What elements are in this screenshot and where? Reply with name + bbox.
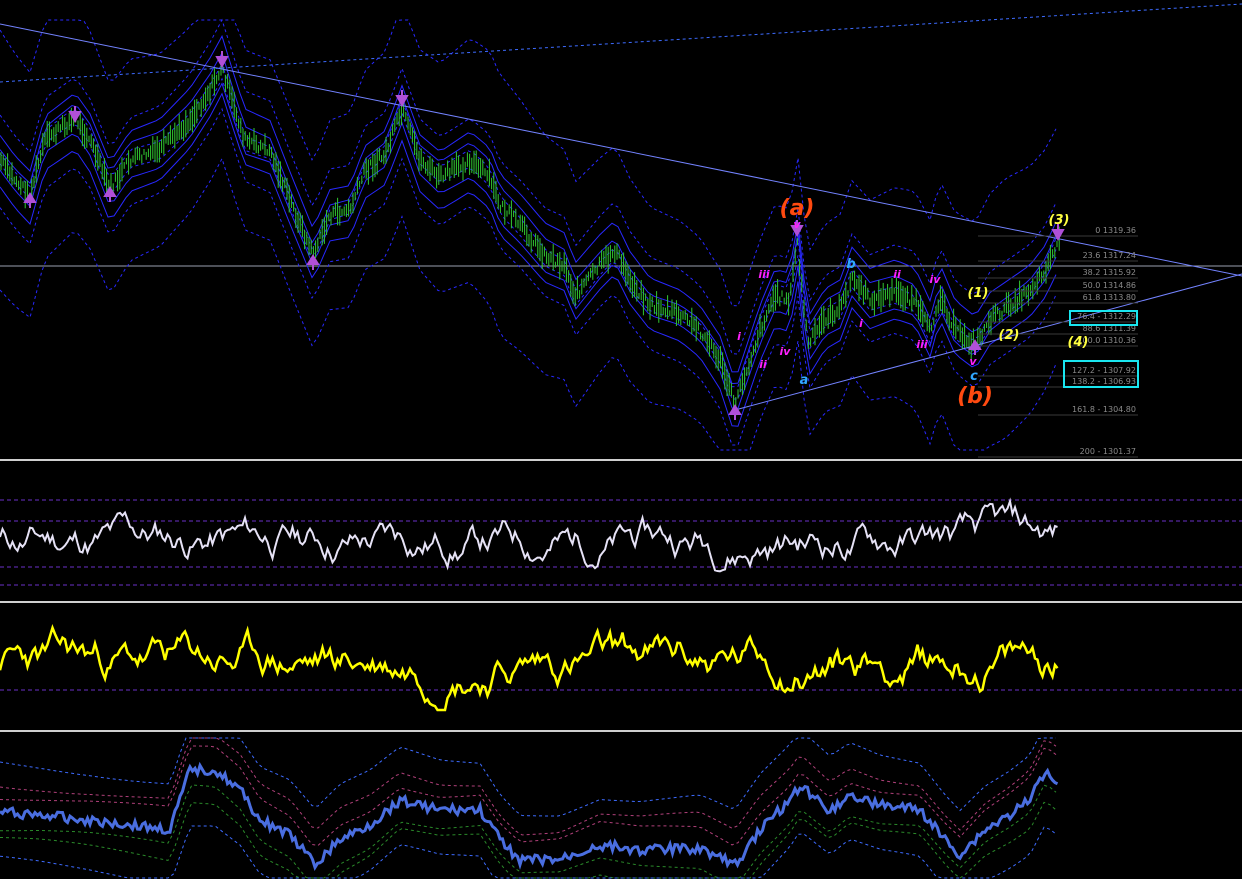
fib-label: 38.2 1315.92	[1083, 268, 1136, 277]
price-bars	[0, 58, 1060, 416]
chart-canvas: 0 1319.36 23.6 1317.24 38.2 1315.92 50.0 13…	[0, 3, 1242, 879]
wave-label: a	[800, 373, 809, 388]
wave-label: b	[846, 257, 855, 272]
wave-label: i	[859, 317, 863, 330]
wave-label: v	[793, 218, 801, 231]
oscillator-band-line	[0, 825, 1057, 879]
band-line	[0, 62, 1057, 388]
wave-label: (b)	[957, 384, 993, 409]
fib-label: 61.8 1313.80	[1083, 293, 1136, 302]
fib-label: 200 - 1301.37	[1080, 447, 1136, 456]
fib-label: 161.8 - 1304.80	[1072, 405, 1136, 414]
oscillator-line	[0, 624, 1059, 712]
band-line	[0, 77, 1057, 400]
up-arrow-icon	[23, 192, 37, 208]
band-line	[0, 34, 1057, 373]
fib-label: 23.6 1317.24	[1083, 251, 1136, 260]
oscillator-line	[0, 761, 1059, 872]
wave-label: ii	[759, 358, 767, 371]
wave-label: (4)	[1068, 335, 1089, 350]
fib-label: 50.0 1314.86	[1083, 281, 1136, 290]
trendlines	[0, 3, 1242, 411]
wave-label: (1)	[968, 286, 989, 301]
band-line	[0, 18, 1057, 355]
fib-label: 0 1319.36	[1095, 226, 1136, 235]
wave-label: iii	[916, 338, 928, 351]
band-line	[0, 51, 1057, 385]
oscillator-band-line	[0, 737, 1057, 836]
oscillator-line	[0, 497, 1058, 573]
oscillator-band-line	[0, 737, 1056, 817]
oscillator-band-line	[0, 801, 1057, 879]
oscillator-1-panel	[0, 497, 1242, 586]
down-arrow-icon	[395, 90, 409, 108]
oscillator-3-panel	[0, 737, 1059, 879]
price-bands	[0, 18, 1057, 451]
wave-label: iv	[780, 345, 792, 358]
wave-label: c	[970, 369, 978, 384]
fib-label: 127.2 - 1307.92	[1072, 366, 1136, 375]
fib-label: 138.2 - 1306.93	[1072, 377, 1136, 386]
wave-label: ii	[893, 268, 901, 281]
pivot-arrows	[23, 51, 1065, 420]
dotted-trendline	[0, 3, 1242, 83]
upper-trendline	[0, 23, 1242, 277]
wave-label: i	[737, 330, 741, 343]
wave-label: v	[969, 355, 977, 368]
wave-label: (2)	[999, 328, 1020, 343]
wave-label: iv	[930, 273, 942, 286]
band-line	[0, 92, 1057, 427]
fib-label: 76.4 - 1312.29	[1077, 312, 1136, 321]
wave-label: iii	[758, 268, 770, 281]
oscillator-2-panel	[0, 624, 1242, 712]
price-panel: 0 1319.36 23.6 1317.24 38.2 1315.92 50.0 13…	[0, 3, 1242, 458]
wave-label: (3)	[1049, 213, 1070, 228]
